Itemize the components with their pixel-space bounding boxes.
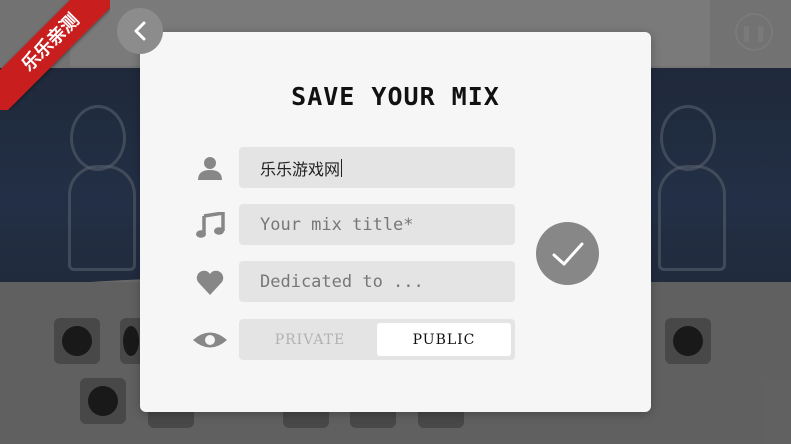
heart-icon xyxy=(194,267,226,299)
dialog-title: SAVE YOUR MIX xyxy=(291,82,500,111)
chevron-left-icon xyxy=(134,21,146,41)
check-icon xyxy=(552,242,583,265)
pause-icon: ❚❚ xyxy=(739,22,769,42)
visibility-toggle[interactable]: PRIVATE PUBLIC xyxy=(239,319,515,360)
dedication-placeholder: Dedicated to ... xyxy=(260,271,424,292)
user-icon xyxy=(194,152,226,184)
confirm-save-button[interactable] xyxy=(536,222,599,285)
corner-badge: 乐乐亲测 xyxy=(0,0,110,110)
back-button[interactable] xyxy=(117,8,163,54)
badge-text: 乐乐亲测 xyxy=(0,0,110,110)
dedication-input[interactable]: Dedicated to ... xyxy=(239,261,515,302)
pause-button[interactable]: ❚❚ xyxy=(735,13,773,51)
public-option[interactable]: PUBLIC xyxy=(377,323,511,356)
mix-title-input[interactable]: Your mix title* xyxy=(239,204,515,245)
name-input[interactable]: 乐乐游戏网 xyxy=(239,147,515,188)
music-note-icon xyxy=(194,209,226,241)
private-option[interactable]: PRIVATE xyxy=(243,323,377,356)
text-caret xyxy=(341,158,343,177)
save-mix-dialog: SAVE YOUR MIX 乐乐游戏网 Your mix title* Dedi… xyxy=(140,32,651,412)
eye-icon xyxy=(192,324,228,356)
mix-title-placeholder: Your mix title* xyxy=(260,214,414,235)
name-input-value: 乐乐游戏网 xyxy=(260,159,341,179)
